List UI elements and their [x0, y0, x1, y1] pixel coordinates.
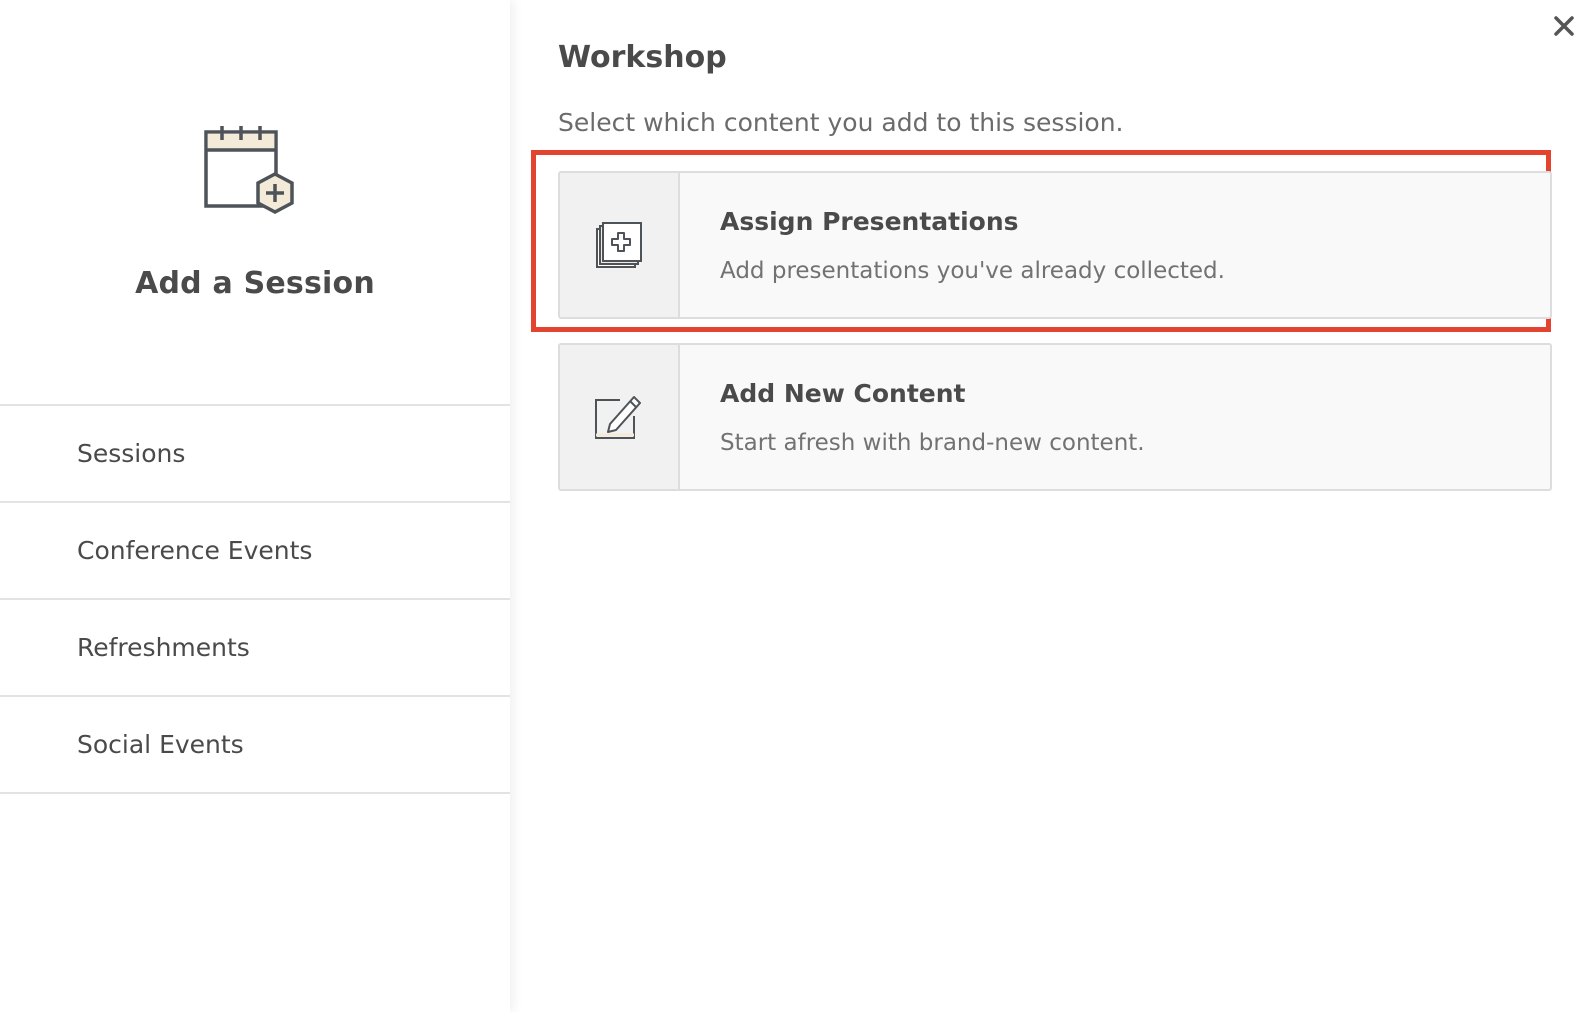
card-title: Assign Presentations — [720, 207, 1019, 236]
sidebar-header: Add a Session — [0, 0, 510, 404]
card-body: Add New Content Start afresh with brand-… — [680, 345, 1145, 489]
session-type-menu: Sessions Conference Events Refreshments … — [0, 404, 510, 794]
edit-icon — [595, 396, 641, 439]
card-description: Add presentations you've already collect… — [720, 258, 1225, 284]
add-new-content-option[interactable]: Add New Content Start afresh with brand-… — [558, 343, 1552, 491]
card-body: Assign Presentations Add presentations y… — [680, 173, 1225, 317]
menu-item-refreshments[interactable]: Refreshments — [0, 600, 510, 697]
sidebar: Add a Session Sessions Conference Events… — [0, 0, 510, 1012]
duplicate-add-icon — [596, 222, 642, 268]
calendar-add-icon — [204, 126, 294, 214]
card-description: Start afresh with brand-new content. — [720, 430, 1145, 456]
close-icon[interactable] — [1550, 12, 1578, 40]
assign-presentations-option[interactable]: Assign Presentations Add presentations y… — [558, 171, 1552, 319]
card-icon-container — [560, 173, 680, 317]
panel-subtitle: Select which content you add to this ses… — [558, 108, 1124, 137]
menu-item-sessions[interactable]: Sessions — [0, 406, 510, 503]
panel-title: Workshop — [558, 40, 727, 75]
menu-item-conference-events[interactable]: Conference Events — [0, 503, 510, 600]
add-session-modal: Add a Session Sessions Conference Events… — [0, 0, 1592, 1012]
content-panel: Workshop Select which content you add to… — [510, 0, 1592, 1012]
sidebar-title: Add a Session — [135, 266, 375, 301]
card-icon-container — [560, 345, 680, 489]
menu-item-social-events[interactable]: Social Events — [0, 697, 510, 794]
card-title: Add New Content — [720, 379, 966, 408]
